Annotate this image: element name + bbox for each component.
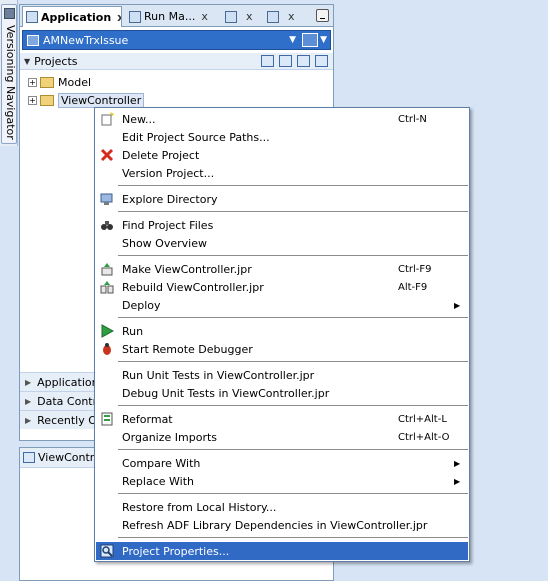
context-menu: New... Ctrl-N Edit Project Source Paths.… bbox=[94, 107, 470, 562]
menu-item-version-project[interactable]: Version Project... bbox=[96, 164, 468, 182]
versioning-navigator-strip: Versioning Navigator bbox=[0, 0, 18, 146]
application-menu-button[interactable] bbox=[302, 33, 319, 47]
chevron-down-icon[interactable]: ▼ bbox=[289, 35, 296, 45]
tab-database[interactable]: x bbox=[264, 6, 304, 27]
tab-bar: Application x Run Ma... x x x bbox=[20, 5, 333, 27]
menu-separator bbox=[118, 537, 468, 538]
minimize-button[interactable] bbox=[316, 9, 329, 22]
menu-item-rebuild[interactable]: Rebuild ViewController.jpr Alt-F9 bbox=[96, 278, 468, 296]
menu-item-find-project-files[interactable]: Find Project Files bbox=[96, 216, 468, 234]
application-icon bbox=[27, 34, 39, 46]
expand-icon[interactable]: + bbox=[28, 77, 37, 87]
menu-item-organize-imports[interactable]: Organize Imports Ctrl+Alt-O bbox=[96, 428, 468, 446]
tab-run-manager-label: Run Ma... bbox=[144, 10, 196, 23]
database-icon bbox=[267, 10, 279, 23]
menu-separator bbox=[118, 405, 468, 406]
tree-node-label: Model bbox=[58, 75, 92, 89]
refresh-icon[interactable] bbox=[279, 55, 292, 67]
collapse-triangle-icon[interactable]: ▼ bbox=[24, 57, 30, 66]
submenu-arrow-icon: ▶ bbox=[454, 300, 461, 310]
tree-node-model[interactable]: + Model bbox=[28, 74, 91, 90]
expand-triangle-icon: ▶ bbox=[25, 396, 32, 406]
reformat-icon bbox=[99, 411, 115, 427]
menu-separator bbox=[118, 449, 468, 450]
menu-separator bbox=[118, 255, 468, 256]
menu-item-refresh-adf-library[interactable]: Refresh ADF Library Dependencies in View… bbox=[96, 516, 468, 534]
make-icon bbox=[99, 261, 115, 277]
binoculars-icon bbox=[99, 217, 115, 233]
close-icon[interactable]: x bbox=[117, 11, 121, 24]
tree-node-label: ViewController bbox=[58, 92, 145, 108]
close-icon[interactable]: x bbox=[201, 10, 208, 23]
close-icon[interactable]: x bbox=[288, 10, 295, 23]
application-name: AMNewTrxIssue bbox=[43, 33, 129, 47]
versioning-navigator-label: Versioning Navigator bbox=[4, 25, 17, 140]
delete-icon bbox=[99, 147, 115, 163]
submenu-arrow-icon: ▶ bbox=[454, 458, 461, 468]
folder-icon bbox=[40, 76, 54, 88]
application-icon bbox=[26, 11, 38, 23]
versioning-navigator-tab[interactable]: Versioning Navigator bbox=[1, 4, 17, 144]
menu-item-restore-from-local-history[interactable]: Restore from Local History... bbox=[96, 498, 468, 516]
menu-item-replace-with[interactable]: Replace With ▶ bbox=[96, 472, 468, 490]
new-icon bbox=[99, 111, 115, 127]
projects-header[interactable]: ▼ Projects bbox=[20, 53, 333, 70]
chevron-down-icon[interactable]: ▼ bbox=[320, 35, 327, 45]
rebuild-icon bbox=[99, 279, 115, 295]
submenu-arrow-icon: ▶ bbox=[454, 476, 461, 486]
menu-separator bbox=[118, 211, 468, 212]
explore-icon bbox=[99, 191, 115, 207]
menu-separator bbox=[118, 493, 468, 494]
structure-tab-label: ViewContro bbox=[38, 451, 101, 464]
tree-node-viewcontroller[interactable]: + ViewController bbox=[28, 92, 145, 108]
run-icon bbox=[99, 323, 115, 339]
expand-triangle-icon: ▶ bbox=[25, 415, 32, 425]
menu-separator bbox=[118, 317, 468, 318]
menu-item-delete-project[interactable]: Delete Project bbox=[96, 146, 468, 164]
menu-separator bbox=[118, 185, 468, 186]
menu-item-compare-with[interactable]: Compare With ▶ bbox=[96, 454, 468, 472]
debug-icon bbox=[99, 341, 115, 357]
application-selector[interactable]: AMNewTrxIssue ▼ ▼ bbox=[22, 30, 331, 50]
menu-item-project-properties[interactable]: Project Properties... bbox=[96, 542, 468, 560]
run-manager-icon bbox=[129, 10, 141, 23]
expand-triangle-icon: ▶ bbox=[25, 377, 32, 387]
properties-icon bbox=[99, 543, 115, 559]
menu-item-make[interactable]: Make ViewController.jpr Ctrl-F9 bbox=[96, 260, 468, 278]
structure-icon bbox=[23, 452, 35, 463]
menu-item-run[interactable]: Run bbox=[96, 322, 468, 340]
filter-icon[interactable] bbox=[297, 55, 310, 67]
menu-item-run-unit-tests[interactable]: Run Unit Tests in ViewController.jpr bbox=[96, 366, 468, 384]
menu-item-new[interactable]: New... Ctrl-N bbox=[96, 110, 468, 128]
projects-title: Projects bbox=[34, 54, 78, 68]
versioning-icon bbox=[4, 8, 15, 19]
menu-item-edit-project-source-paths[interactable]: Edit Project Source Paths... bbox=[96, 128, 468, 146]
folder-icon bbox=[40, 94, 54, 106]
tab-run-manager[interactable]: Run Ma... x bbox=[126, 6, 220, 27]
menu-item-show-overview[interactable]: Show Overview bbox=[96, 234, 468, 252]
menu-item-deploy[interactable]: Deploy ▶ bbox=[96, 296, 468, 314]
menu-item-reformat[interactable]: Reformat Ctrl+Alt-L bbox=[96, 410, 468, 428]
menu-item-start-remote-debugger[interactable]: Start Remote Debugger bbox=[96, 340, 468, 358]
view-options-icon[interactable] bbox=[315, 55, 328, 67]
files-icon bbox=[225, 10, 237, 23]
tab-application-label: Application bbox=[41, 10, 112, 24]
close-icon[interactable]: x bbox=[246, 10, 253, 23]
menu-item-debug-unit-tests[interactable]: Debug Unit Tests in ViewController.jpr bbox=[96, 384, 468, 402]
menu-item-explore-directory[interactable]: Explore Directory bbox=[96, 190, 468, 208]
tab-files[interactable]: x bbox=[222, 6, 262, 27]
menu-separator bbox=[118, 361, 468, 362]
expand-icon[interactable]: + bbox=[28, 95, 37, 105]
search-icon[interactable] bbox=[261, 55, 274, 67]
tab-application[interactable]: Application x bbox=[22, 6, 122, 27]
